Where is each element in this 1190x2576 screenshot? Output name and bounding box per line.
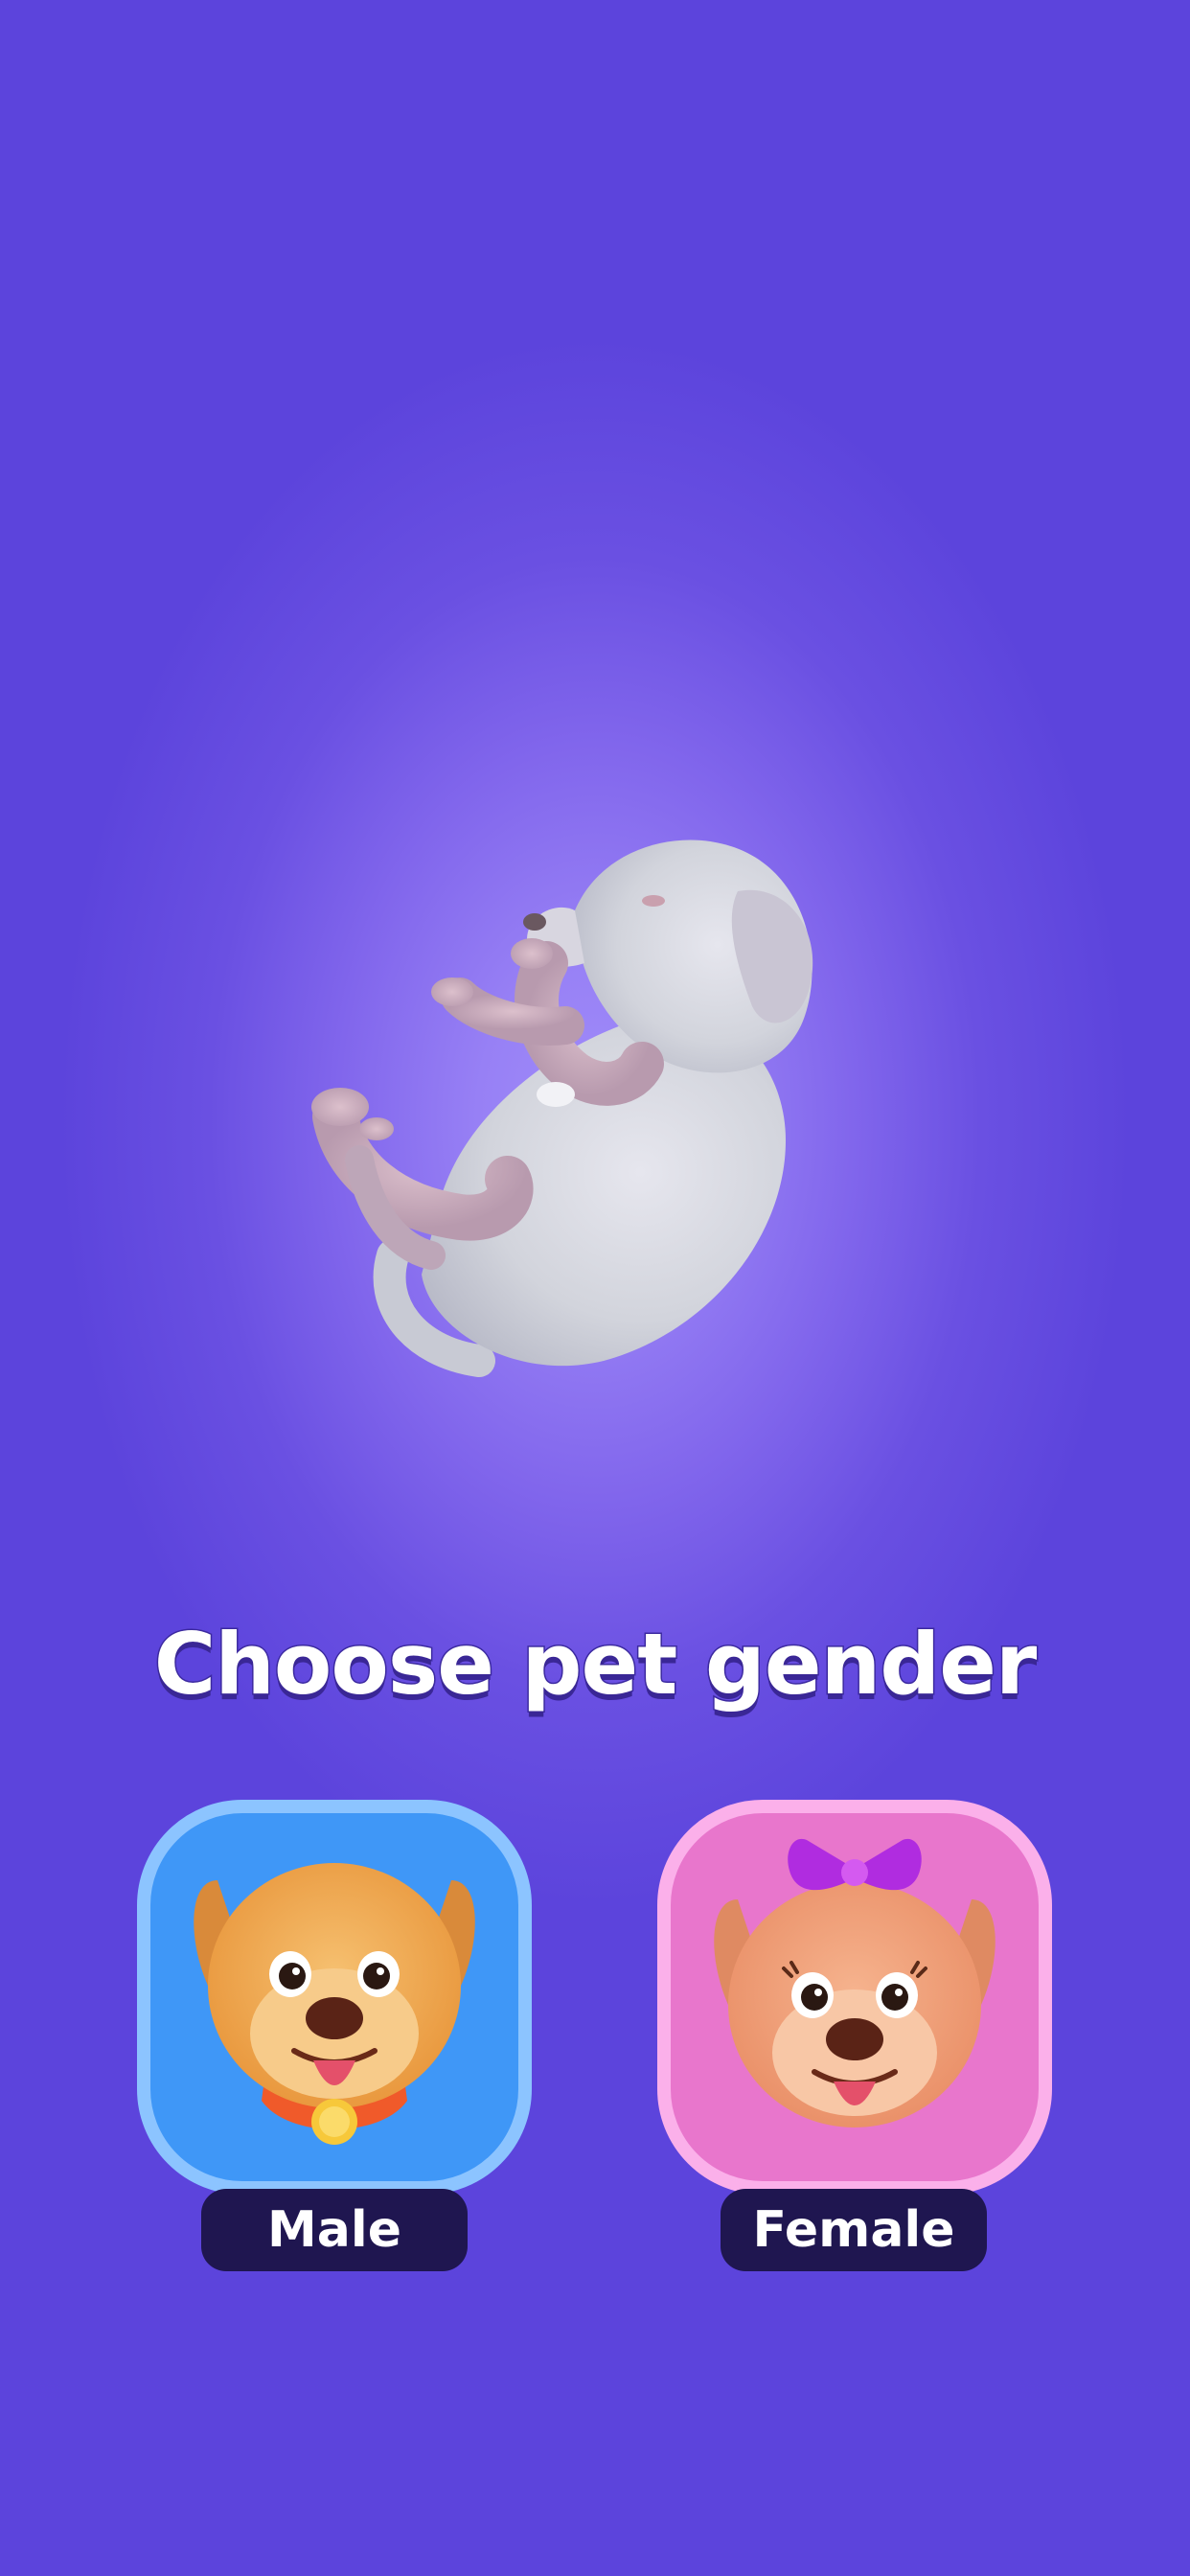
female-option-label[interactable]: Female	[721, 2189, 987, 2271]
puppy-preview-model[interactable]	[287, 795, 862, 1390]
male-option-card[interactable]	[137, 1800, 532, 2195]
female-dog-face-with-bow-icon	[714, 1838, 995, 2128]
male-dog-face-icon	[194, 1863, 475, 2145]
page-title: Choose pet gender	[152, 1614, 1039, 1715]
female-option-card[interactable]	[657, 1800, 1052, 2195]
male-option-label[interactable]: Male	[201, 2189, 468, 2271]
